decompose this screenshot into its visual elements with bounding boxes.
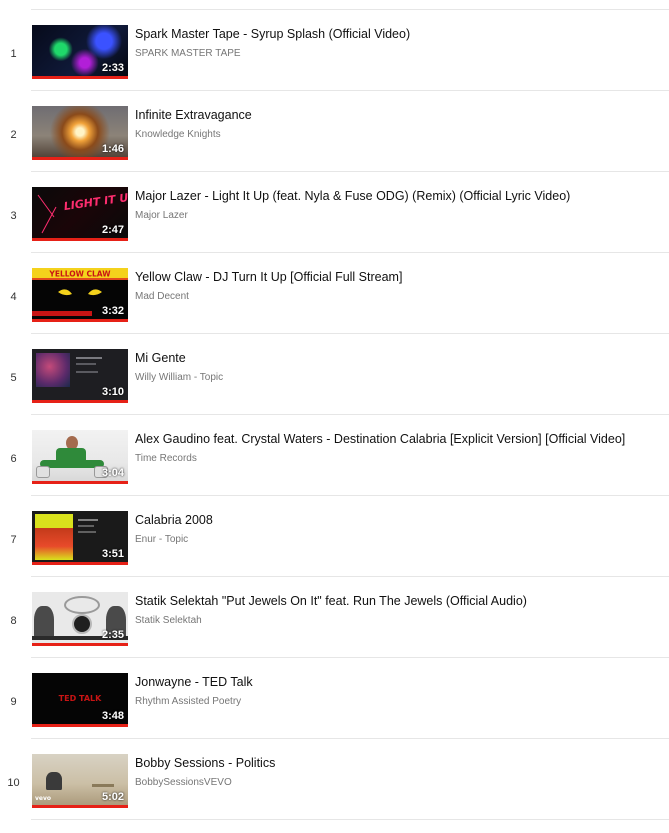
channel-name[interactable]: Time Records [135, 453, 197, 464]
row-divider [31, 819, 669, 820]
channel-name[interactable]: Rhythm Assisted Poetry [135, 696, 241, 707]
video-duration: 3:04 [101, 467, 124, 479]
item-index: 4 [10, 291, 17, 303]
video-thumbnail[interactable]: 3:10 [32, 349, 128, 403]
svg-text:YELLOW CLAW: YELLOW CLAW [48, 270, 111, 279]
item-index: 1 [10, 48, 17, 60]
item-index: 7 [10, 534, 17, 546]
video-thumbnail[interactable]: vevo 5:02 [32, 754, 128, 808]
video-title[interactable]: Infinite Extravagance [135, 108, 252, 122]
watched-progress-bar [32, 724, 128, 727]
video-duration: 3:51 [101, 548, 124, 560]
playlist-item[interactable]: 3 LIGHT IT UP 2:47 Major Lazer - Light I… [0, 172, 669, 253]
video-thumbnail[interactable]: LIGHT IT UP 2:47 [32, 187, 128, 241]
playlist-item[interactable]: 5 3:10 Mi Gente Willy William - Topic [0, 334, 669, 415]
video-title[interactable]: Major Lazer - Light It Up (feat. Nyla & … [135, 189, 570, 203]
video-title[interactable]: Jonwayne - TED Talk [135, 675, 253, 689]
playlist-item[interactable]: 9 TED TALK 3:48 Jonwayne - TED Talk Rhyt… [0, 658, 669, 739]
item-index: 6 [10, 453, 17, 465]
video-title[interactable]: Mi Gente [135, 351, 186, 365]
playlist-item[interactable]: 2 1:46 Infinite Extravagance Knowledge K… [0, 91, 669, 172]
watched-progress-bar [32, 238, 128, 241]
watched-progress-bar [32, 481, 128, 484]
watched-progress-bar [32, 319, 128, 322]
watched-progress-bar [32, 643, 128, 646]
vevo-watermark: vevo [35, 795, 52, 802]
channel-name[interactable]: Statik Selektah [135, 615, 202, 626]
playlist-item[interactable]: 7 3:51 Calabria 2008 Enur - Topic [0, 496, 669, 577]
video-thumbnail[interactable]: 2:33 [32, 25, 128, 79]
video-thumbnail[interactable]: 1:46 [32, 106, 128, 160]
video-duration: 3:32 [101, 305, 124, 317]
item-index: 10 [7, 777, 20, 789]
video-title[interactable]: Spark Master Tape - Syrup Splash (Offici… [135, 27, 410, 41]
channel-name[interactable]: Enur - Topic [135, 534, 188, 545]
playlist-item[interactable]: 4 YELLOW CLAW 3:32 Yellow Claw - DJ Turn… [0, 253, 669, 334]
video-duration: 3:48 [101, 710, 124, 722]
watched-progress-bar [32, 157, 128, 160]
channel-name[interactable]: BobbySessionsVEVO [135, 777, 232, 788]
video-thumbnail[interactable]: 3:51 [32, 511, 128, 565]
video-title[interactable]: Alex Gaudino feat. Crystal Waters - Dest… [135, 432, 625, 446]
item-index: 9 [10, 696, 17, 708]
svg-text:TED TALK: TED TALK [59, 694, 102, 703]
video-duration: 2:47 [101, 224, 124, 236]
video-duration: 2:35 [101, 629, 124, 641]
video-title[interactable]: Bobby Sessions - Politics [135, 756, 275, 770]
video-duration: 2:33 [101, 62, 124, 74]
channel-name[interactable]: SPARK MASTER TAPE [135, 48, 241, 59]
playlist-item[interactable]: 6 3:04 Alex Gaudino feat. Crystal Waters… [0, 415, 669, 496]
playlist-item[interactable]: 8 2:35 Statik Selektah "Put Jewels On It… [0, 577, 669, 658]
video-duration: 5:02 [101, 791, 124, 803]
video-title[interactable]: Yellow Claw - DJ Turn It Up [Official Fu… [135, 270, 402, 284]
watched-progress-bar [32, 562, 128, 565]
channel-name[interactable]: Knowledge Knights [135, 129, 221, 140]
video-duration: 3:10 [101, 386, 124, 398]
item-index: 8 [10, 615, 17, 627]
playlist-item[interactable]: 10 vevo 5:02 Bobby Sessions - Politics B… [0, 739, 669, 820]
video-thumbnail[interactable]: 2:35 [32, 592, 128, 646]
channel-name[interactable]: Mad Decent [135, 291, 189, 302]
video-duration: 1:46 [101, 143, 124, 155]
video-thumbnail[interactable]: 3:04 [32, 430, 128, 484]
svg-text:LIGHT IT UP: LIGHT IT UP [63, 190, 128, 213]
channel-name[interactable]: Willy William - Topic [135, 372, 223, 383]
watched-progress-bar [32, 400, 128, 403]
watched-progress-bar [32, 805, 128, 808]
playlist-item[interactable]: 1 2:33 Spark Master Tape - Syrup Splash … [0, 10, 669, 91]
watched-progress-bar [32, 76, 128, 79]
video-thumbnail[interactable]: TED TALK 3:48 [32, 673, 128, 727]
video-title[interactable]: Statik Selektah "Put Jewels On It" feat.… [135, 594, 527, 608]
item-index: 5 [10, 372, 17, 384]
video-title[interactable]: Calabria 2008 [135, 513, 213, 527]
item-index: 3 [10, 210, 17, 222]
item-index: 2 [10, 129, 17, 141]
channel-name[interactable]: Major Lazer [135, 210, 188, 221]
video-thumbnail[interactable]: YELLOW CLAW 3:32 [32, 268, 128, 322]
